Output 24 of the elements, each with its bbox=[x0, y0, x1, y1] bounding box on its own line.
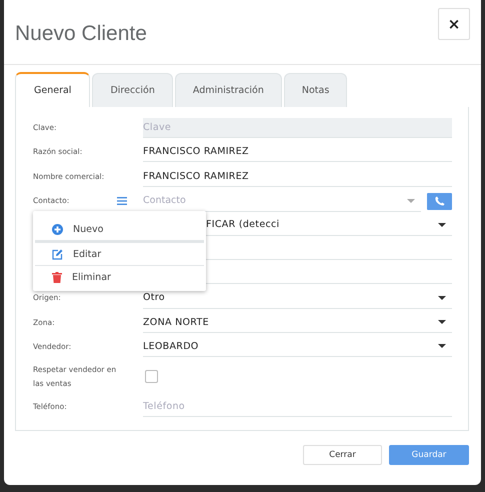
caret-icon bbox=[407, 198, 415, 203]
caret-icon bbox=[438, 222, 446, 227]
tab[interactable]: General bbox=[15, 72, 90, 107]
tab[interactable]: Notas bbox=[284, 73, 348, 107]
tab[interactable]: Dirección bbox=[92, 73, 173, 107]
phone-button[interactable] bbox=[427, 192, 452, 210]
checkbox[interactable] bbox=[145, 370, 158, 384]
select-field[interactable]: LEOBARDO bbox=[143, 336, 452, 358]
tab[interactable]: Administración bbox=[174, 73, 282, 107]
dialog-title: Nuevo Cliente bbox=[15, 21, 147, 46]
close-button[interactable]: Cerrar bbox=[303, 445, 382, 465]
edit-icon bbox=[52, 248, 63, 260]
menu-item[interactable]: Nuevo bbox=[35, 218, 204, 242]
phone-icon bbox=[434, 196, 444, 206]
trash-icon bbox=[52, 272, 62, 282]
select-field[interactable]: ZONA NORTE bbox=[143, 312, 452, 334]
menu-item[interactable]: Eliminar bbox=[35, 265, 204, 288]
caret-icon bbox=[438, 344, 446, 348]
close-button[interactable]: × bbox=[438, 8, 470, 40]
caret-icon bbox=[438, 296, 446, 300]
menu-icon[interactable] bbox=[117, 197, 127, 206]
caret-icon bbox=[438, 320, 446, 324]
plus-icon bbox=[52, 224, 63, 234]
menu-item[interactable]: Editar bbox=[35, 242, 204, 265]
